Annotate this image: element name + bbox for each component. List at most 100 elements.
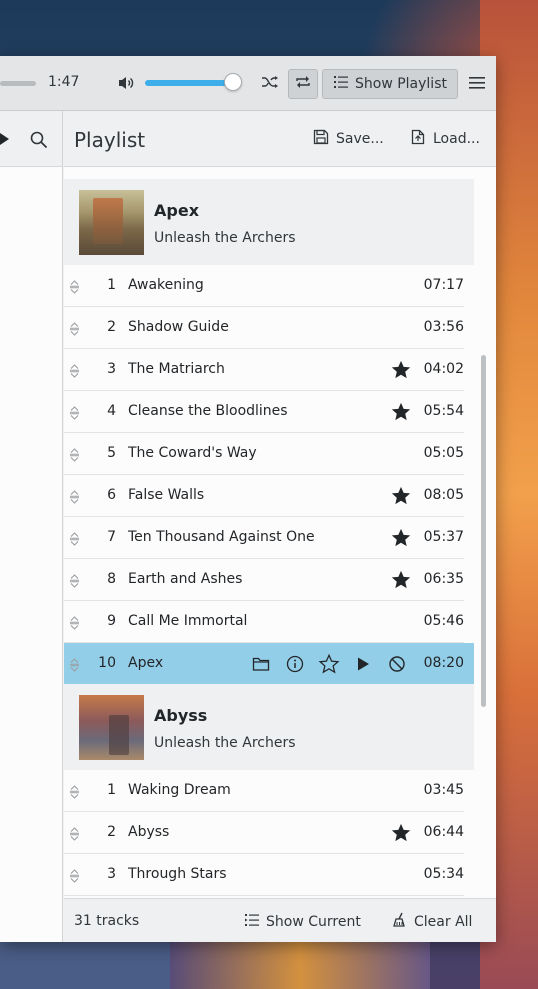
clear-all-label: Clear All [414, 914, 473, 930]
drag-handle-icon[interactable] [69, 489, 80, 504]
show-current-button[interactable]: Show Current [244, 912, 361, 932]
album-cover-apex [79, 190, 144, 255]
album-artist: Unleash the Archers [154, 735, 296, 751]
playlist-row[interactable]: 2 Abyss 06:44 [64, 812, 474, 854]
star-rated-icon[interactable] [390, 569, 412, 591]
track-duration: 05:54 [423, 403, 464, 419]
drag-handle-icon[interactable] [69, 826, 80, 841]
star-rated-icon[interactable] [390, 401, 412, 423]
playlist-row[interactable]: 3 Through Stars 05:34 [64, 854, 474, 896]
playlist-row[interactable]: 8 Earth and Ashes 06:35 [64, 559, 474, 601]
track-number: 1 [107, 277, 116, 293]
track-duration: 08:05 [423, 487, 464, 503]
track-number: 5 [107, 445, 116, 461]
track-title: Shadow Guide [128, 319, 229, 335]
elapsed-time: 1:47 [48, 74, 80, 90]
track-number: 8 [107, 571, 116, 587]
track-number: 9 [107, 613, 116, 629]
track-title: Cleanse the Bloodlines [128, 403, 288, 419]
drag-handle-icon[interactable] [69, 279, 80, 294]
star-rated-icon[interactable] [390, 359, 412, 381]
remove-icon[interactable] [386, 653, 408, 675]
drag-handle-icon[interactable] [69, 868, 80, 883]
playlist-scrollbar[interactable] [481, 355, 486, 707]
volume-slider[interactable] [145, 80, 233, 86]
show-playlist-label: Show Playlist [355, 76, 447, 92]
track-title: Earth and Ashes [128, 571, 243, 587]
drag-handle-icon[interactable] [69, 405, 80, 420]
star-rated-icon[interactable] [390, 485, 412, 507]
star-rated-icon[interactable] [390, 527, 412, 549]
shuffle-button[interactable] [256, 69, 284, 99]
track-number: 10 [98, 655, 116, 671]
album-header-apex[interactable]: Apex Unleash the Archers [64, 179, 474, 265]
playlist-header: Playlist Save... Load... [64, 111, 496, 167]
star-outline-icon[interactable] [318, 653, 340, 675]
drag-handle-icon[interactable] [69, 363, 80, 378]
show-current-label: Show Current [266, 914, 361, 930]
track-number: 2 [107, 824, 116, 840]
play-icon[interactable] [352, 653, 374, 675]
drag-handle-icon[interactable] [69, 657, 80, 672]
track-duration: 06:44 [423, 824, 464, 840]
drag-handle-icon[interactable] [69, 784, 80, 799]
track-duration: 05:46 [423, 613, 464, 629]
hamburger-menu-button[interactable] [462, 69, 492, 99]
hamburger-menu-icon [469, 75, 485, 94]
track-duration: 06:35 [423, 571, 464, 587]
open-folder-icon[interactable] [250, 653, 272, 675]
save-playlist-button[interactable]: Save... [313, 129, 384, 149]
repeat-button[interactable] [288, 69, 318, 99]
playlist-row[interactable]: 1 Waking Dream 03:45 [64, 770, 474, 812]
track-number: 7 [107, 529, 116, 545]
playlist-row[interactable]: 7 Ten Thousand Against One 05:37 [64, 517, 474, 559]
load-playlist-button[interactable]: Load... [410, 129, 480, 149]
track-duration: 05:34 [423, 866, 464, 882]
info-icon[interactable] [284, 653, 306, 675]
album-name: Abyss [154, 706, 208, 725]
volume-slider-handle[interactable] [224, 73, 242, 91]
track-title: Ten Thousand Against One [128, 529, 315, 545]
repeat-icon [294, 74, 312, 94]
playlist-row[interactable]: 9 Call Me Immortal 05:46 [64, 601, 474, 643]
playlist-row[interactable]: 2 Shadow Guide 03:56 [64, 307, 474, 349]
drag-handle-icon[interactable] [69, 615, 80, 630]
previous-row-remnant [64, 167, 474, 179]
load-label: Load... [433, 131, 480, 147]
drag-handle-icon[interactable] [69, 573, 80, 588]
track-duration: 03:45 [423, 782, 464, 798]
seek-slider[interactable] [0, 81, 36, 86]
playlist-row[interactable]: 3 The Matriarch 04:02 [64, 349, 474, 391]
row-actions [250, 653, 408, 675]
playlist-track-list[interactable]: Apex Unleash the Archers 1 Awakening 07:17… [64, 167, 474, 898]
playlist-row-current[interactable]: 10 Apex 08:20 [64, 643, 474, 685]
load-icon [410, 129, 426, 149]
star-rated-icon[interactable] [390, 822, 412, 844]
show-playlist-button[interactable]: Show Playlist [322, 69, 458, 99]
track-number: 3 [107, 866, 116, 882]
search-icon[interactable] [30, 131, 48, 153]
playlist-title: Playlist [74, 128, 146, 152]
track-duration: 07:17 [423, 277, 464, 293]
clear-all-button[interactable]: Clear All [392, 912, 472, 932]
volume-icon[interactable] [116, 73, 136, 93]
player-toolbar: 1:47 Show Playlist [0, 56, 496, 111]
track-title: Waking Dream [128, 782, 231, 798]
track-duration: 03:56 [423, 319, 464, 335]
broom-icon [392, 912, 408, 932]
collection-pane [0, 111, 63, 942]
drag-handle-icon[interactable] [69, 321, 80, 336]
track-title: Awakening [128, 277, 204, 293]
album-header-abyss[interactable]: Abyss Unleash the Archers [64, 684, 474, 770]
track-title: Apex [128, 655, 164, 671]
shuffle-icon [261, 74, 279, 94]
track-duration: 05:05 [423, 445, 464, 461]
drag-handle-icon[interactable] [69, 531, 80, 546]
drag-handle-icon[interactable] [69, 447, 80, 462]
playlist-row[interactable]: 5 The Coward's Way 05:05 [64, 433, 474, 475]
playlist-row[interactable]: 1 Awakening 07:17 [64, 265, 474, 307]
playlist-row[interactable]: 6 False Walls 08:05 [64, 475, 474, 517]
wallpaper-shape [170, 940, 430, 989]
play-icon[interactable] [0, 133, 9, 145]
playlist-row[interactable]: 4 Cleanse the Bloodlines 05:54 [64, 391, 474, 433]
